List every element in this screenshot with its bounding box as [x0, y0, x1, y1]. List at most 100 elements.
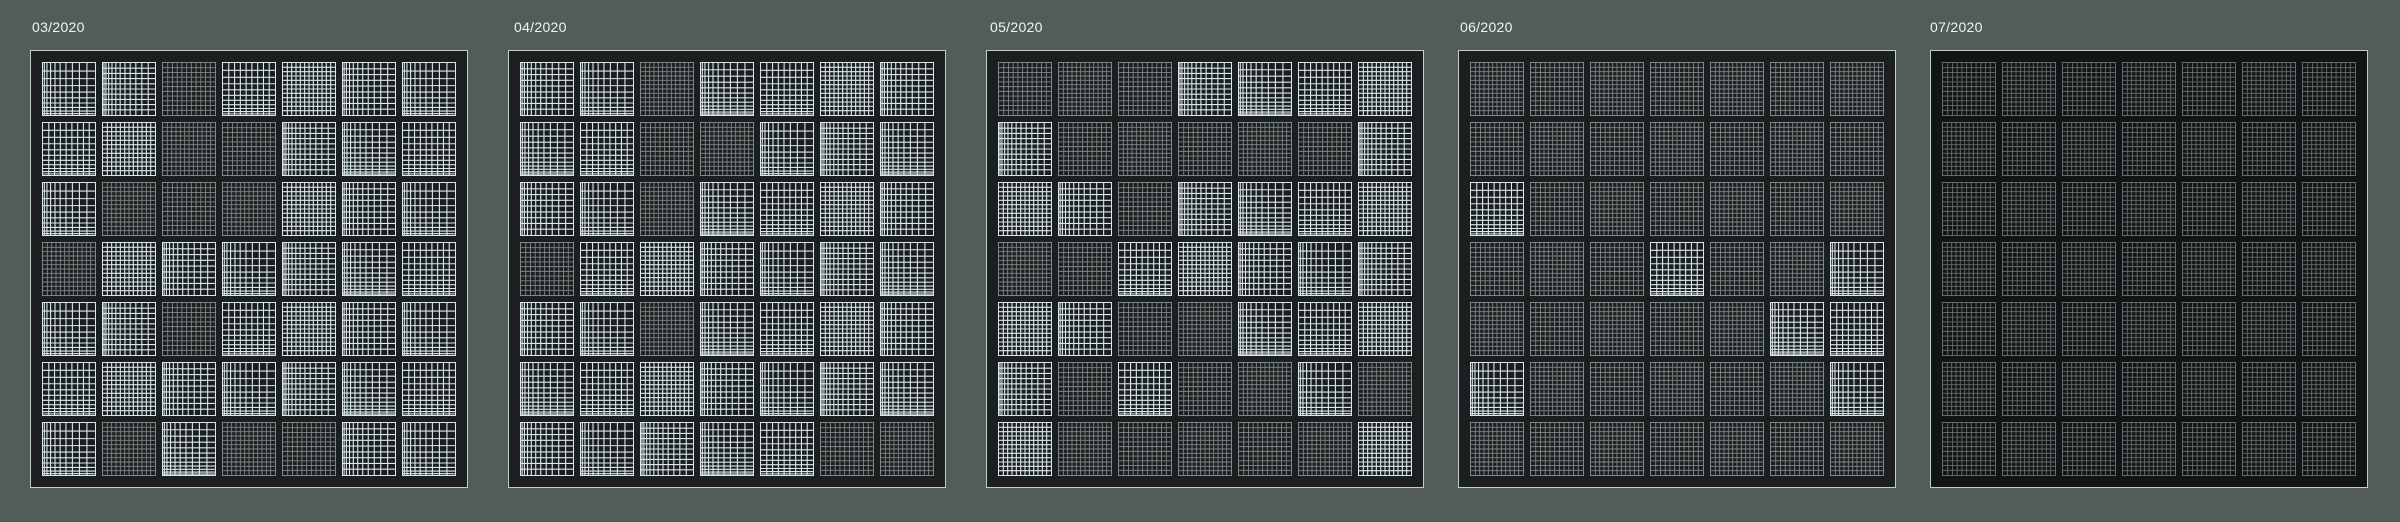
cell-mesh-icon	[2003, 183, 2055, 235]
grid-cell-r3-c5	[1238, 182, 1292, 236]
grid-cell-r4-c5	[760, 242, 814, 296]
cell-mesh-icon	[2183, 63, 2235, 115]
grid-cell-r2-c6	[2242, 122, 2296, 176]
grid-cell-r5-c4	[700, 302, 754, 356]
grid-cell-r7-c4	[222, 422, 276, 476]
cell-mesh-icon	[1471, 303, 1523, 355]
grid-cell-r4-c7	[880, 242, 934, 296]
grid-cell-r4-c7	[402, 242, 456, 296]
grid-cell-r2-c1	[998, 122, 1052, 176]
cell-mesh-icon	[1359, 123, 1411, 175]
grid-cell-r4-c6	[820, 242, 874, 296]
grid-cell-r1-c4	[1650, 62, 1704, 116]
cell-mesh-icon	[2303, 63, 2355, 115]
cell-mesh-icon	[223, 423, 275, 475]
cell-mesh-icon	[581, 183, 633, 235]
grid-cell-r5-c2	[580, 302, 634, 356]
grid-cell-r1-c6	[342, 62, 396, 116]
cell-mesh-icon	[1299, 423, 1351, 475]
grid-cell-r1-c6	[2242, 62, 2296, 116]
grid-cell-r1-c7	[1358, 62, 1412, 116]
cell-mesh-icon	[521, 363, 573, 415]
grid-cell-r3-c6	[2242, 182, 2296, 236]
grid-cell-r7-c5	[1238, 422, 1292, 476]
grid-cell-r7-c1	[42, 422, 96, 476]
cell-mesh-icon	[1831, 183, 1883, 235]
grid-cell-r1-c1	[1470, 62, 1524, 116]
cell-mesh-icon	[2183, 123, 2235, 175]
cell-mesh-icon	[2243, 183, 2295, 235]
cell-mesh-icon	[1771, 63, 1823, 115]
cell-mesh-icon	[103, 123, 155, 175]
grid-cell-r1-c6	[820, 62, 874, 116]
cell-mesh-icon	[761, 363, 813, 415]
grid-cell-r4-c2	[1530, 242, 1584, 296]
cell-mesh-icon	[1119, 183, 1171, 235]
cell-mesh-icon	[1471, 63, 1523, 115]
cell-mesh-icon	[999, 363, 1051, 415]
cell-mesh-icon	[163, 183, 215, 235]
grid-cell-r6-c6	[820, 362, 874, 416]
cell-mesh-icon	[103, 63, 155, 115]
cell-mesh-icon	[343, 243, 395, 295]
grid-cell-r5-c2	[1058, 302, 1112, 356]
cell-mesh-icon	[881, 243, 933, 295]
grid-cell-r6-c7	[402, 362, 456, 416]
grid-cell-r7-c7	[880, 422, 934, 476]
panel-4	[1458, 50, 1896, 488]
cell-mesh-icon	[163, 363, 215, 415]
cell-mesh-icon	[1591, 423, 1643, 475]
grid-cell-r3-c3	[162, 182, 216, 236]
cell-mesh-icon	[761, 123, 813, 175]
cell-mesh-icon	[1179, 363, 1231, 415]
grid-cell-r3-c2	[1530, 182, 1584, 236]
grid-cell-r1-c7	[880, 62, 934, 116]
grid-cell-r3-c2	[580, 182, 634, 236]
cell-mesh-icon	[1239, 243, 1291, 295]
grid-cell-r7-c5	[760, 422, 814, 476]
grid-cell-r4-c3	[1590, 242, 1644, 296]
grid-cell-r4-c6	[1298, 242, 1352, 296]
cell-mesh-icon	[521, 303, 573, 355]
cell-grid-2	[520, 62, 934, 476]
cell-mesh-icon	[343, 303, 395, 355]
grid-cell-r6-c2	[102, 362, 156, 416]
cell-mesh-icon	[1179, 123, 1231, 175]
grid-cell-r4-c2	[2002, 242, 2056, 296]
cell-mesh-icon	[1591, 123, 1643, 175]
grid-cell-r3-c7	[1830, 182, 1884, 236]
cell-mesh-icon	[283, 363, 335, 415]
cell-mesh-icon	[1771, 303, 1823, 355]
cell-mesh-icon	[1471, 243, 1523, 295]
cell-mesh-icon	[1651, 423, 1703, 475]
grid-cell-r3-c4	[1650, 182, 1704, 236]
grid-cell-r3-c4	[2122, 182, 2176, 236]
grid-cell-r7-c4	[1178, 422, 1232, 476]
cell-mesh-icon	[343, 363, 395, 415]
cell-mesh-icon	[2243, 123, 2295, 175]
grid-cell-r1-c1	[998, 62, 1052, 116]
grid-cell-r1-c2	[2002, 62, 2056, 116]
cell-mesh-icon	[223, 63, 275, 115]
grid-cell-r5-c4	[1178, 302, 1232, 356]
grid-cell-r7-c7	[1830, 422, 1884, 476]
cell-mesh-icon	[283, 303, 335, 355]
grid-cell-r4-c3	[640, 242, 694, 296]
cell-mesh-icon	[1119, 243, 1171, 295]
grid-cell-r4-c4	[700, 242, 754, 296]
cell-mesh-icon	[1471, 123, 1523, 175]
grid-cell-r7-c3	[162, 422, 216, 476]
grid-cell-r4-c7	[1358, 242, 1412, 296]
cell-mesh-icon	[1299, 363, 1351, 415]
cell-mesh-icon	[581, 303, 633, 355]
grid-cell-r5-c6	[820, 302, 874, 356]
cell-mesh-icon	[1711, 303, 1763, 355]
cell-mesh-icon	[881, 123, 933, 175]
cell-mesh-icon	[2123, 63, 2175, 115]
cell-mesh-icon	[1059, 363, 1111, 415]
cell-mesh-icon	[2183, 183, 2235, 235]
grid-cell-r2-c6	[820, 122, 874, 176]
cell-mesh-icon	[1771, 123, 1823, 175]
cell-mesh-icon	[701, 363, 753, 415]
cell-mesh-icon	[403, 63, 455, 115]
